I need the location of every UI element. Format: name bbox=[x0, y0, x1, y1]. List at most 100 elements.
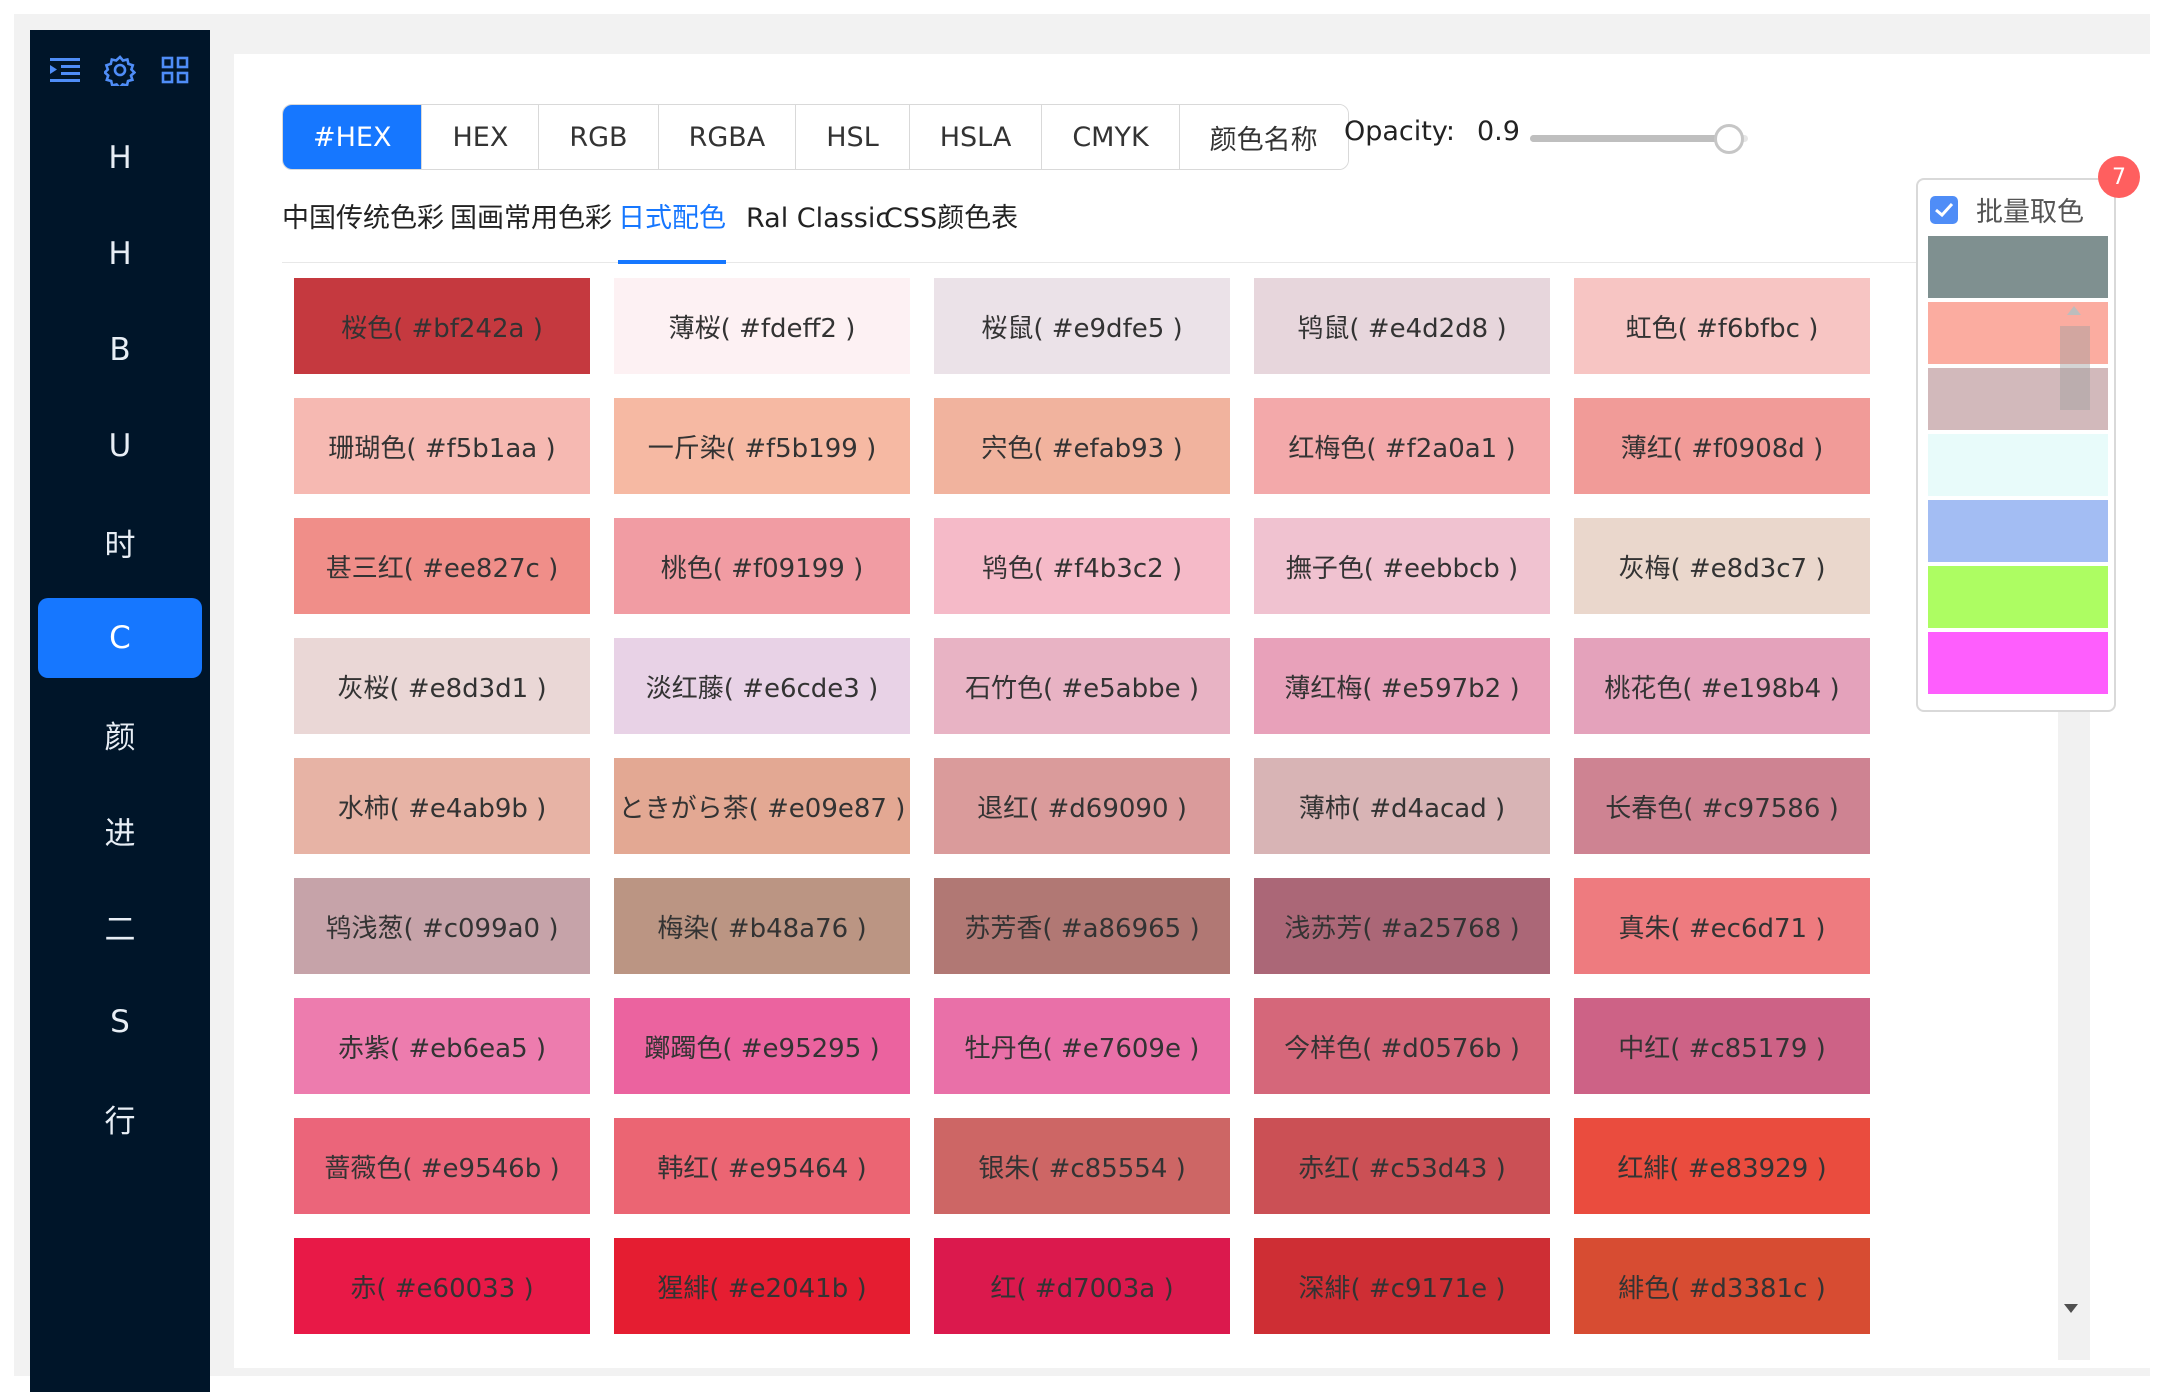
color-swatch[interactable]: 薄柿( #d4acad ) bbox=[1254, 758, 1550, 854]
color-swatch[interactable]: 緋色( #d3381c ) bbox=[1574, 1238, 1870, 1334]
color-swatch[interactable]: 银朱( #c85554 ) bbox=[934, 1118, 1230, 1214]
color-swatch[interactable]: 猩緋( #e2041b ) bbox=[614, 1238, 910, 1334]
palette-tab[interactable]: CSS颜色表 bbox=[884, 194, 1018, 260]
color-swatch[interactable]: 长春色( #c97586 ) bbox=[1574, 758, 1870, 854]
color-swatch[interactable]: 退红( #d69090 ) bbox=[934, 758, 1230, 854]
batch-header[interactable]: 批量取色 bbox=[1930, 190, 2084, 229]
color-swatch[interactable]: 红緋( #e83929 ) bbox=[1574, 1118, 1870, 1214]
sidebar-item[interactable]: C bbox=[38, 598, 202, 678]
palette-tab[interactable]: Ral Classic bbox=[746, 194, 890, 260]
color-label: 桜色( #bf242a ) bbox=[341, 313, 543, 344]
format-button[interactable]: HEX bbox=[422, 105, 540, 169]
color-label: 淡红藤( #e6cde3 ) bbox=[645, 673, 879, 704]
color-label: 薄红梅( #e597b2 ) bbox=[1284, 673, 1520, 704]
check-icon bbox=[1935, 202, 1954, 217]
sidebar-item[interactable]: 进 bbox=[38, 790, 202, 870]
color-swatch[interactable]: 撫子色( #eebbcb ) bbox=[1254, 518, 1550, 614]
color-swatch[interactable]: 一斤染( #f5b199 ) bbox=[614, 398, 910, 494]
sidebar-item[interactable]: S bbox=[38, 982, 202, 1062]
color-swatch[interactable]: 薄桜( #fdeff2 ) bbox=[614, 278, 910, 374]
palette-tab[interactable]: 日式配色 bbox=[618, 194, 726, 264]
main-panel: #HEX HEX RGB RGBA HSL HSLA CMYK 颜色名称 Opacity: 0… bbox=[234, 54, 2154, 1368]
format-button[interactable]: #HEX bbox=[283, 105, 423, 169]
color-swatch[interactable]: 薄红梅( #e597b2 ) bbox=[1254, 638, 1550, 734]
sidebar-item[interactable]: 颜 bbox=[38, 694, 202, 774]
color-swatch[interactable]: 韩红( #e95464 ) bbox=[614, 1118, 910, 1214]
color-swatch[interactable]: 桜色( #bf242a ) bbox=[294, 278, 590, 374]
format-button[interactable]: 颜色名称 bbox=[1179, 105, 1348, 169]
color-swatch[interactable]: 珊瑚色( #f5b1aa ) bbox=[294, 398, 590, 494]
color-swatch[interactable]: 中红( #c85179 ) bbox=[1574, 998, 1870, 1094]
format-button[interactable]: HSLA bbox=[909, 105, 1043, 169]
grid-icon[interactable] bbox=[155, 50, 195, 90]
sidebar-nav: HHBU时C颜进二S行 bbox=[30, 118, 210, 1158]
batch-scrollbar-thumb[interactable] bbox=[2060, 326, 2090, 410]
color-swatch[interactable]: 赤紫( #eb6ea5 ) bbox=[294, 998, 590, 1094]
opacity-label: Opacity: bbox=[1344, 116, 1455, 147]
color-swatch[interactable]: 鸨色( #f4b3c2 ) bbox=[934, 518, 1230, 614]
color-label: 牡丹色( #e7609e ) bbox=[964, 1033, 1200, 1064]
color-swatch[interactable]: 牡丹色( #e7609e ) bbox=[934, 998, 1230, 1094]
color-swatch[interactable]: 赤红( #c53d43 ) bbox=[1254, 1118, 1550, 1214]
sidebar-item[interactable]: H bbox=[38, 214, 202, 294]
color-label: 鸨鼠( #e4d2d8 ) bbox=[1297, 313, 1507, 344]
batch-scroll-up-icon[interactable] bbox=[2067, 306, 2081, 315]
sidebar-item[interactable]: 行 bbox=[38, 1078, 202, 1158]
format-button[interactable]: HSL bbox=[796, 105, 910, 169]
batch-color-chip[interactable] bbox=[1928, 566, 2108, 628]
color-label: 撫子色( #eebbcb ) bbox=[1285, 553, 1519, 584]
color-swatch[interactable]: 红( #d7003a ) bbox=[934, 1238, 1230, 1334]
color-swatch[interactable]: 蔷薇色( #e9546b ) bbox=[294, 1118, 590, 1214]
color-swatch[interactable]: 灰桜( #e8d3d1 ) bbox=[294, 638, 590, 734]
color-swatch[interactable]: 淡红藤( #e6cde3 ) bbox=[614, 638, 910, 734]
batch-color-chip[interactable] bbox=[1928, 632, 2108, 694]
color-label: 银朱( #c85554 ) bbox=[978, 1153, 1186, 1184]
color-swatch[interactable]: 虹色( #f6bfbc ) bbox=[1574, 278, 1870, 374]
sidebar-item[interactable]: H bbox=[38, 118, 202, 198]
sidebar-item[interactable]: 时 bbox=[38, 502, 202, 582]
menu-icon[interactable] bbox=[45, 50, 85, 90]
format-button[interactable]: RGB bbox=[539, 105, 659, 169]
sidebar-item[interactable]: 二 bbox=[38, 886, 202, 966]
color-label: 一斤染( #f5b199 ) bbox=[647, 433, 877, 464]
batch-color-chip[interactable] bbox=[1928, 434, 2108, 496]
gear-icon[interactable] bbox=[100, 50, 140, 90]
color-swatch[interactable]: 水柿( #e4ab9b ) bbox=[294, 758, 590, 854]
slider-handle[interactable] bbox=[1714, 124, 1744, 154]
batch-checkbox[interactable] bbox=[1930, 195, 1958, 224]
color-label: 退红( #d69090 ) bbox=[977, 793, 1187, 824]
color-swatch[interactable]: 今样色( #d0576b ) bbox=[1254, 998, 1550, 1094]
color-swatch[interactable]: 深緋( #c9171e ) bbox=[1254, 1238, 1550, 1334]
format-button[interactable]: RGBA bbox=[658, 105, 797, 169]
color-label: 桃花色( #e198b4 ) bbox=[1604, 673, 1840, 704]
color-swatch[interactable]: 鸨浅葱( #c099a0 ) bbox=[294, 878, 590, 974]
color-label: 石竹色( #e5abbe ) bbox=[964, 673, 1200, 704]
color-swatch[interactable]: 灰梅( #e8d3c7 ) bbox=[1574, 518, 1870, 614]
batch-color-chip[interactable] bbox=[1928, 236, 2108, 298]
color-label: 中红( #c85179 ) bbox=[1618, 1033, 1826, 1064]
color-swatch[interactable]: 甚三红( #ee827c ) bbox=[294, 518, 590, 614]
color-swatch[interactable]: 桃色( #f09199 ) bbox=[614, 518, 910, 614]
color-swatch[interactable]: 真朱( #ec6d71 ) bbox=[1574, 878, 1870, 974]
sidebar-item[interactable]: B bbox=[38, 310, 202, 390]
palette-tab[interactable]: 国画常用色彩 bbox=[450, 194, 612, 260]
color-swatch[interactable]: 赤( #e60033 ) bbox=[294, 1238, 590, 1334]
color-swatch[interactable]: 桃花色( #e198b4 ) bbox=[1574, 638, 1870, 734]
opacity-slider[interactable] bbox=[1530, 124, 1748, 154]
format-button[interactable]: CMYK bbox=[1042, 105, 1180, 169]
color-swatch[interactable]: 桜鼠( #e9dfe5 ) bbox=[934, 278, 1230, 374]
color-swatch[interactable]: 浅苏芳( #a25768 ) bbox=[1254, 878, 1550, 974]
color-swatch[interactable]: 鸨鼠( #e4d2d8 ) bbox=[1254, 278, 1550, 374]
color-swatch[interactable]: 宍色( #efab93 ) bbox=[934, 398, 1230, 494]
color-swatch[interactable]: 梅染( #b48a76 ) bbox=[614, 878, 910, 974]
scroll-down-arrow-icon[interactable] bbox=[2064, 1304, 2078, 1313]
batch-color-chip[interactable] bbox=[1928, 500, 2108, 562]
color-swatch[interactable]: 红梅色( #f2a0a1 ) bbox=[1254, 398, 1550, 494]
color-swatch[interactable]: 躑躅色( #e95295 ) bbox=[614, 998, 910, 1094]
color-swatch[interactable]: 薄红( #f0908d ) bbox=[1574, 398, 1870, 494]
sidebar-item[interactable]: U bbox=[38, 406, 202, 486]
palette-tab[interactable]: 中国传统色彩 bbox=[282, 194, 444, 260]
color-swatch[interactable]: ときがら茶( #e09e87 ) bbox=[614, 758, 910, 854]
color-swatch[interactable]: 苏芳香( #a86965 ) bbox=[934, 878, 1230, 974]
color-swatch[interactable]: 石竹色( #e5abbe ) bbox=[934, 638, 1230, 734]
